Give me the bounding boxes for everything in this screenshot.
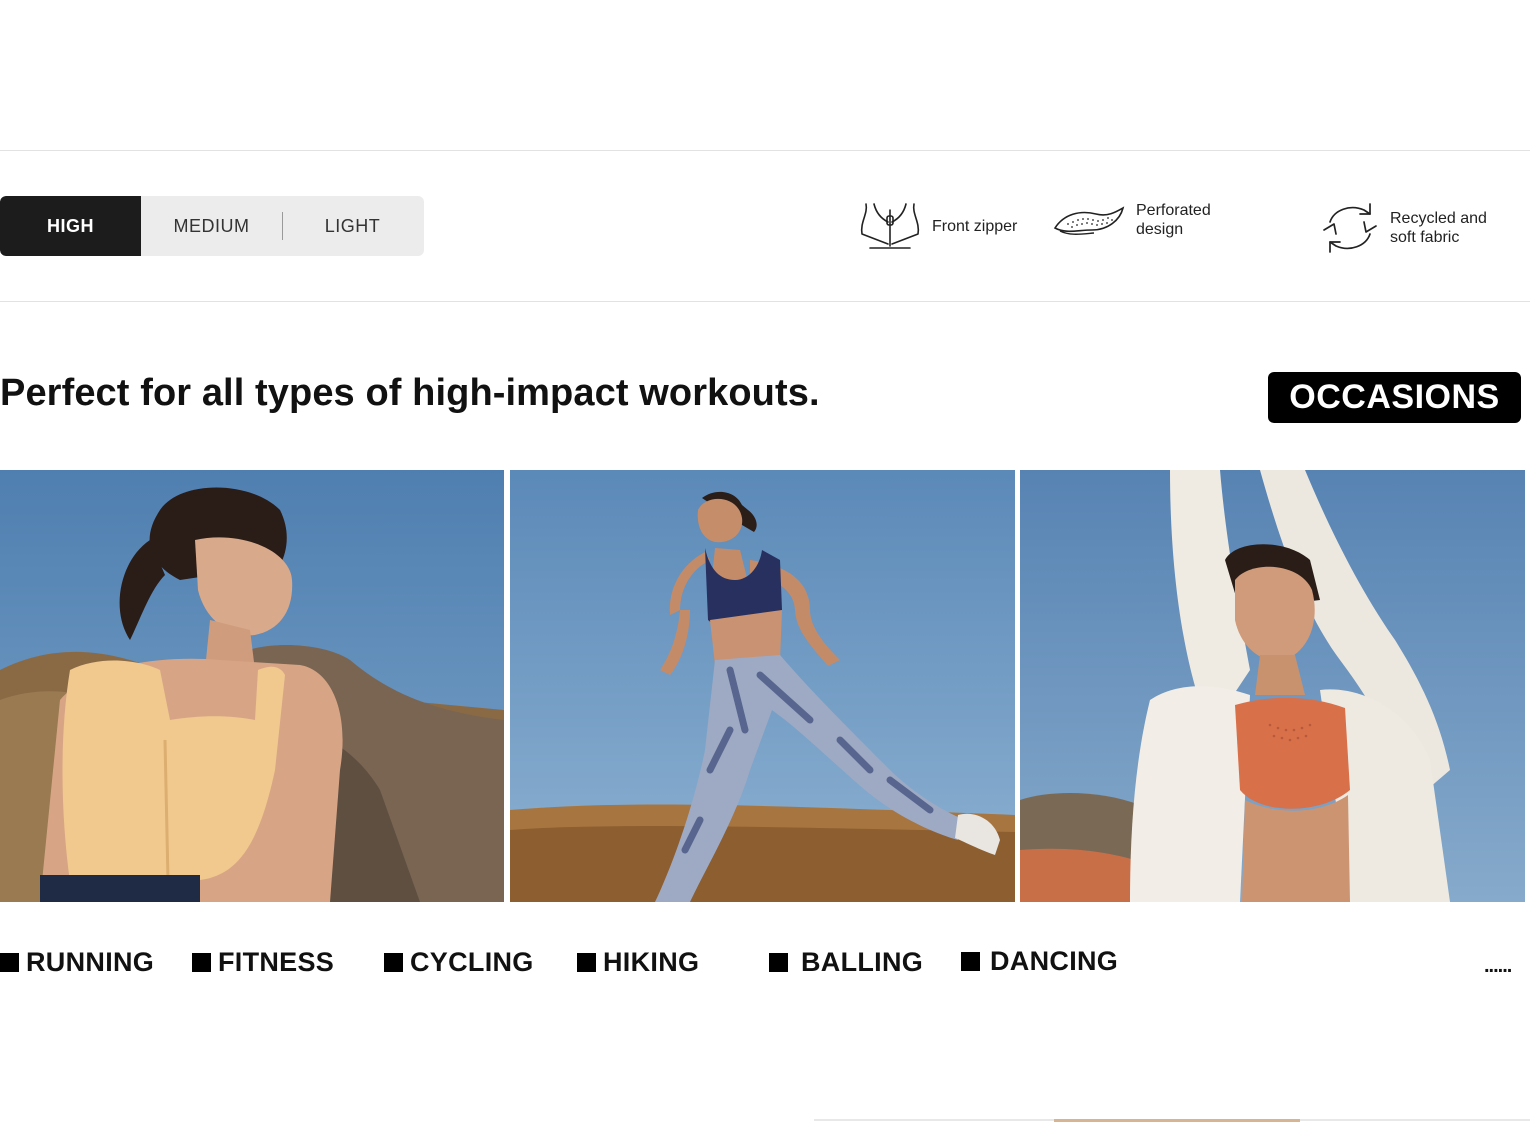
support-level-medium[interactable]: MEDIUM xyxy=(141,196,282,256)
feature-label: Recycled and soft fabric xyxy=(1390,210,1487,246)
feature-front-zipper: Front zipper xyxy=(858,200,1017,252)
square-bullet-icon xyxy=(384,953,403,972)
occasion-label: RUNNING xyxy=(26,947,155,977)
feature-label: Perforated design xyxy=(1136,202,1211,238)
mid-divider xyxy=(0,301,1530,302)
square-bullet-icon xyxy=(0,953,19,972)
photo-woman-resting-beige-bra xyxy=(0,470,504,902)
more-occasions-ellipsis[interactable]: ...... xyxy=(1484,955,1512,978)
occasion-hiking[interactable]: HIKING xyxy=(577,947,699,978)
occasion-label: FITNESS xyxy=(218,947,335,977)
occasion-label: HIKING xyxy=(603,947,700,977)
square-bullet-icon xyxy=(192,953,211,972)
occasion-fitness[interactable]: FITNESS xyxy=(192,947,334,978)
square-bullet-icon xyxy=(577,953,596,972)
occasions-badge: OCCASIONS xyxy=(1268,372,1521,423)
section-headline: Perfect for all types of high-impact wor… xyxy=(0,372,820,414)
zipper-icon xyxy=(860,203,920,249)
square-bullet-icon xyxy=(769,953,788,972)
occasion-cycling[interactable]: CYCLING xyxy=(384,947,534,978)
occasion-label: BALLING xyxy=(801,947,924,977)
support-level-high[interactable]: HIGH xyxy=(0,196,141,256)
feature-label: Front zipper xyxy=(932,217,1018,235)
occasion-dancing[interactable]: DANCING xyxy=(961,946,1118,977)
support-level-light[interactable]: LIGHT xyxy=(282,196,423,256)
segment-separator xyxy=(282,212,283,240)
perforated-fabric-icon xyxy=(1053,206,1125,235)
photo-woman-running-navy-bra xyxy=(510,470,1015,902)
feature-perforated-design: Perforated design xyxy=(1052,200,1211,240)
feature-recycled-fabric: Recycled and soft fabric xyxy=(1320,200,1487,256)
occasion-running[interactable]: RUNNING xyxy=(0,947,154,978)
occasion-label: CYCLING xyxy=(410,947,534,977)
bottom-edge-strip xyxy=(814,1119,1530,1122)
occasion-label: DANCING xyxy=(990,946,1119,976)
top-divider xyxy=(0,150,1530,151)
recycle-icon xyxy=(1323,203,1377,253)
photo-woman-stretching-orange-bra xyxy=(1020,470,1525,902)
square-bullet-icon xyxy=(961,952,980,971)
occasion-balling[interactable]: BALLING xyxy=(769,947,923,978)
support-level-selector: HIGH MEDIUM LIGHT xyxy=(0,196,424,256)
